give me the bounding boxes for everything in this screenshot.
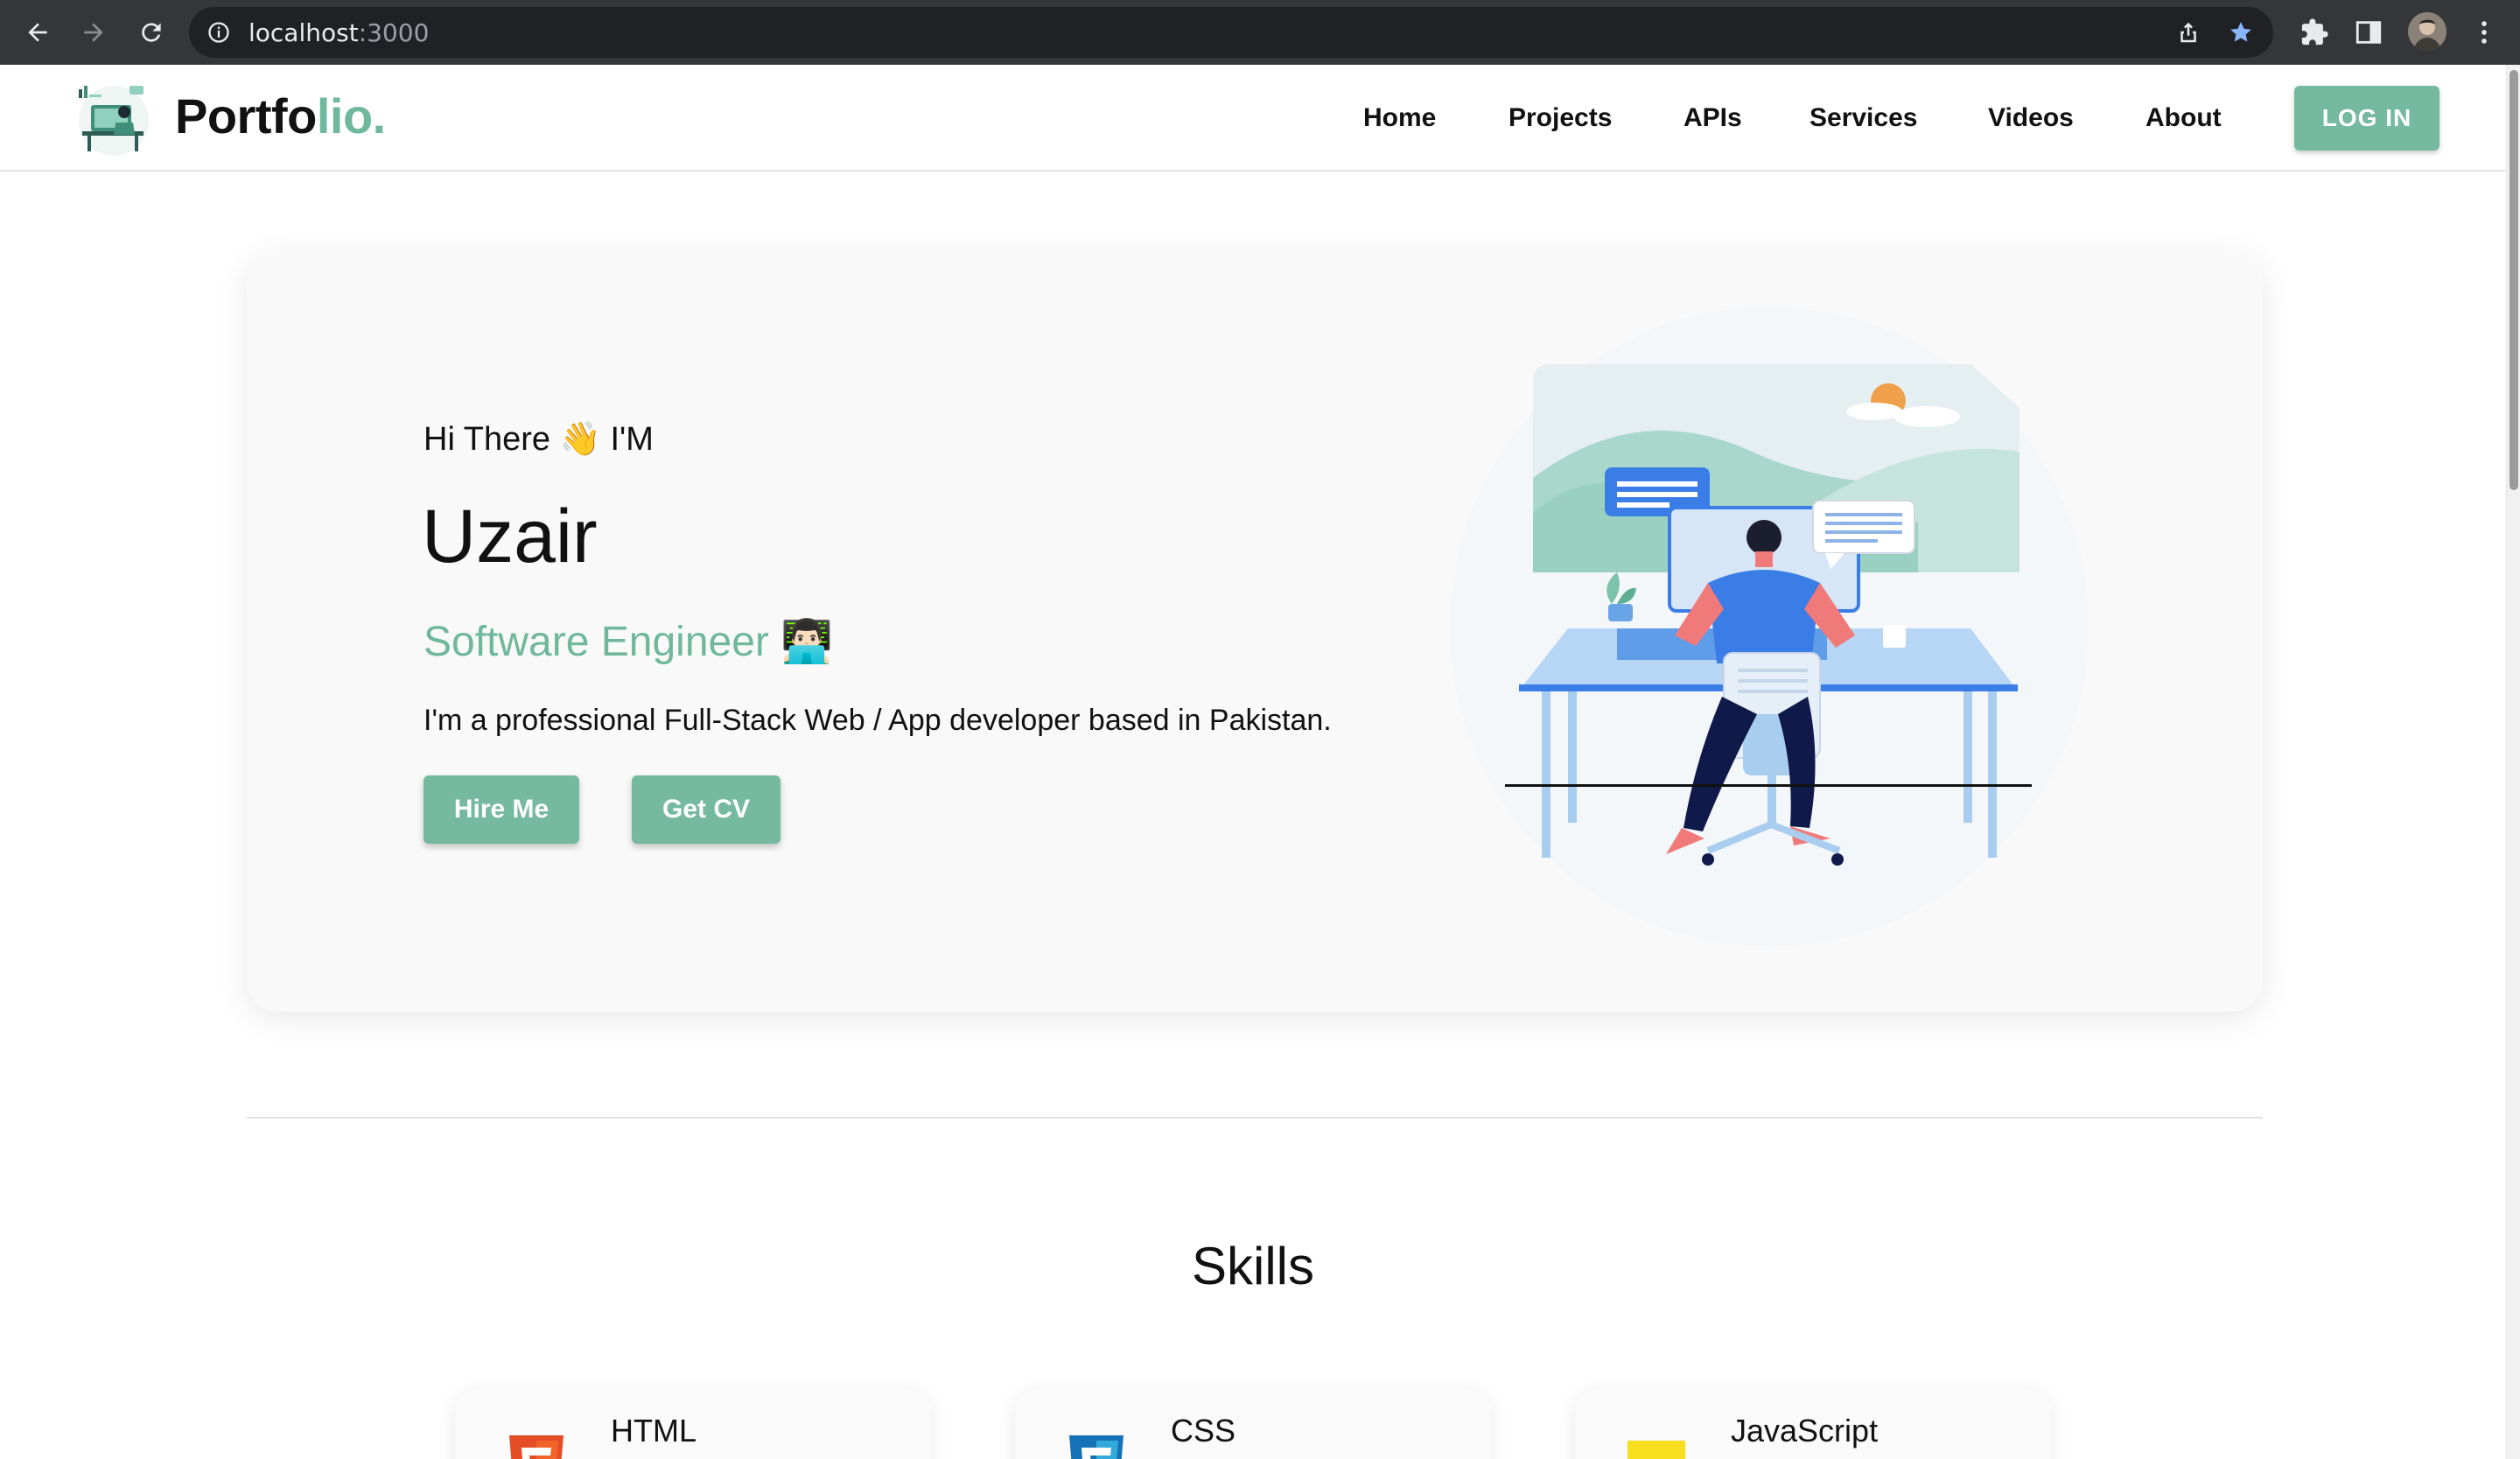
hero-role: Software Engineer 👨🏻‍💻 xyxy=(424,619,833,665)
logo-text[interactable]: Portfolio. xyxy=(175,88,386,144)
navbar: Portfolio. Home Projects APIs Services V… xyxy=(0,65,2506,172)
skill-name: CSS xyxy=(1171,1413,1236,1448)
address-bar[interactable]: localhost:3000 xyxy=(189,7,2273,58)
bookmark-star-icon[interactable] xyxy=(2228,19,2254,46)
back-icon[interactable] xyxy=(19,14,56,51)
url-text[interactable]: localhost:3000 xyxy=(248,18,429,47)
html5-icon xyxy=(509,1435,564,1459)
hero-greeting: Hi There 👋 I'M xyxy=(424,421,654,458)
logo-icon[interactable] xyxy=(74,77,154,158)
profile-avatar[interactable] xyxy=(2408,12,2446,51)
get-cv-button[interactable]: Get CV xyxy=(632,775,780,844)
skill-name: JavaScript xyxy=(1731,1413,1879,1448)
user-photo-icon xyxy=(2408,12,2446,51)
section-divider xyxy=(247,1117,2263,1119)
hire-me-button[interactable]: Hire Me xyxy=(424,775,579,844)
more-vert-icon[interactable] xyxy=(2469,18,2499,47)
nav-about[interactable]: About xyxy=(2146,103,2222,133)
developer-at-desk-illustration xyxy=(1450,307,2089,946)
skill-card-css[interactable]: CSS xyxy=(1015,1390,1491,1459)
side-panel-icon[interactable] xyxy=(2354,18,2384,47)
skills-heading: Skills xyxy=(1191,1237,1314,1295)
web-page: Portfolio. Home Projects APIs Services V… xyxy=(0,65,2506,1459)
forward-icon[interactable] xyxy=(75,14,112,51)
hero-bio: I'm a professional Full-Stack Web / App … xyxy=(424,704,1332,737)
skill-name: HTML xyxy=(611,1413,696,1448)
info-icon[interactable] xyxy=(206,20,231,45)
share-icon[interactable] xyxy=(2175,19,2202,46)
nav-home[interactable]: Home xyxy=(1363,103,1436,133)
javascript-icon xyxy=(1628,1441,1685,1459)
nav-services[interactable]: Services xyxy=(1810,103,1917,133)
css3-icon xyxy=(1069,1435,1124,1459)
login-button[interactable]: LOG IN xyxy=(2294,86,2440,151)
skill-card-javascript[interactable]: JavaScript xyxy=(1575,1390,2051,1459)
skill-card-html[interactable]: HTML xyxy=(455,1390,931,1459)
hero-name: Uzair xyxy=(422,495,598,579)
nav-videos[interactable]: Videos xyxy=(1988,103,2074,133)
nav-projects[interactable]: Projects xyxy=(1508,103,1612,133)
scrollbar-thumb[interactable] xyxy=(2510,70,2518,490)
hero-card: Hi There 👋 I'M Uzair Software Engineer 👨… xyxy=(247,250,2263,1012)
page-scrollbar[interactable] xyxy=(2506,65,2520,1459)
reload-icon[interactable] xyxy=(133,14,170,51)
browser-toolbar: localhost:3000 xyxy=(0,0,2520,65)
extensions-puzzle-icon[interactable] xyxy=(2300,18,2329,47)
nav-apis[interactable]: APIs xyxy=(1684,103,1742,133)
